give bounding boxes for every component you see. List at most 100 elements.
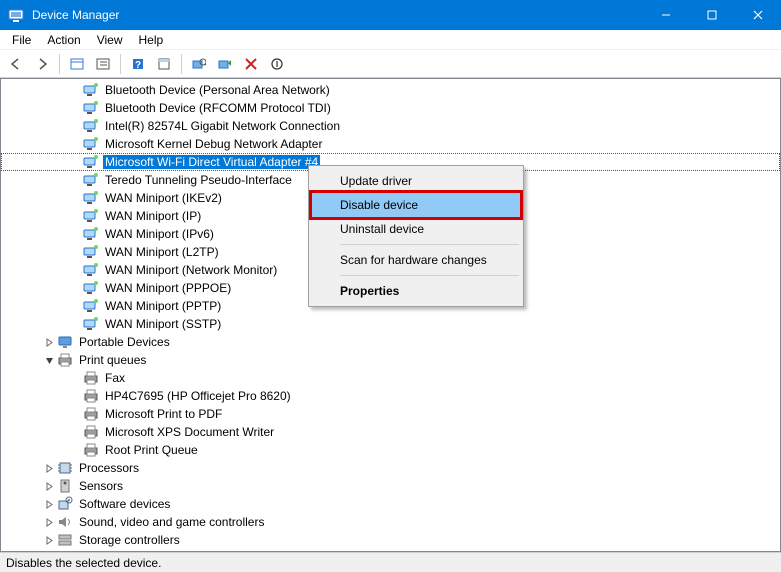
network-adapter-icon <box>83 280 99 296</box>
expander-none <box>69 210 81 222</box>
context-menu-separator <box>340 275 519 276</box>
printer-icon <box>83 424 99 440</box>
tree-item-label: Microsoft Kernel Debug Network Adapter <box>103 137 324 151</box>
category-sensors[interactable]: Sensors <box>1 477 780 495</box>
expander-none <box>69 264 81 276</box>
category-print-queues[interactable]: Print queues <box>1 351 780 369</box>
minimize-button[interactable] <box>643 0 689 30</box>
context-menu-disable-device[interactable]: Disable device <box>312 193 520 217</box>
tree-item-label: WAN Miniport (IPv6) <box>103 227 216 241</box>
print-queue-item[interactable]: Fax <box>1 369 780 387</box>
context-menu-separator <box>340 244 519 245</box>
expander-none <box>69 246 81 258</box>
network-adapter-item[interactable]: Bluetooth Device (Personal Area Network) <box>1 81 780 99</box>
network-adapter-icon <box>83 190 99 206</box>
network-adapter-icon <box>83 136 99 152</box>
expander-collapsed-icon[interactable] <box>43 516 55 528</box>
device-tree[interactable]: Bluetooth Device (Personal Area Network)… <box>1 79 780 551</box>
menu-action[interactable]: Action <box>39 31 88 49</box>
uninstall-button[interactable] <box>239 52 263 76</box>
network-adapter-icon <box>83 262 99 278</box>
category-software-devices[interactable]: Software devices <box>1 495 780 513</box>
network-adapter-icon <box>83 226 99 242</box>
network-adapter-icon <box>83 118 99 134</box>
expander-collapsed-icon[interactable] <box>43 480 55 492</box>
close-button[interactable] <box>735 0 781 30</box>
expander-collapsed-icon[interactable] <box>43 462 55 474</box>
expander-collapsed-icon[interactable] <box>43 498 55 510</box>
svg-text:?: ? <box>135 60 141 71</box>
expander-expanded-icon[interactable] <box>43 354 55 366</box>
category-sound-video-and-game-controllers[interactable]: Sound, video and game controllers <box>1 513 780 531</box>
network-adapter-item[interactable]: Intel(R) 82574L Gigabit Network Connecti… <box>1 117 780 135</box>
menu-view[interactable]: View <box>89 31 131 49</box>
properties-button[interactable] <box>152 52 176 76</box>
expander-none <box>69 102 81 114</box>
expander-none <box>69 138 81 150</box>
expander-none <box>69 300 81 312</box>
tree-item-label: Fax <box>103 371 127 385</box>
category-storage-controllers[interactable]: Storage controllers <box>1 531 780 549</box>
tree-item-label: Sensors <box>77 479 125 493</box>
expander-none <box>69 318 81 330</box>
window-title: Device Manager <box>32 8 119 22</box>
tree-item-label: Processors <box>77 461 141 475</box>
printer-icon <box>83 370 99 386</box>
maximize-button[interactable] <box>689 0 735 30</box>
tree-item-label: Root Print Queue <box>103 443 200 457</box>
expander-none <box>69 444 81 456</box>
tree-item-label: WAN Miniport (PPTP) <box>103 299 223 313</box>
expander-none <box>69 84 81 96</box>
network-adapter-item[interactable]: Bluetooth Device (RFCOMM Protocol TDI) <box>1 99 780 117</box>
printer-icon <box>83 442 99 458</box>
context-menu-update-driver[interactable]: Update driver <box>312 169 520 193</box>
help-button[interactable]: ? <box>126 52 150 76</box>
print-queue-item[interactable]: Microsoft XPS Document Writer <box>1 423 780 441</box>
tree-item-label: HP4C7695 (HP Officejet Pro 8620) <box>103 389 293 403</box>
expander-none <box>69 408 81 420</box>
forward-button[interactable] <box>30 52 54 76</box>
tree-item-label: WAN Miniport (IKEv2) <box>103 191 224 205</box>
tree-item-label: WAN Miniport (Network Monitor) <box>103 263 279 277</box>
category-processors[interactable]: Processors <box>1 459 780 477</box>
print-queue-item[interactable]: HP4C7695 (HP Officejet Pro 8620) <box>1 387 780 405</box>
view-button[interactable] <box>65 52 89 76</box>
network-adapter-item[interactable]: Microsoft Kernel Debug Network Adapter <box>1 135 780 153</box>
print-queue-item[interactable]: Microsoft Print to PDF <box>1 405 780 423</box>
toolbar: ? <box>0 50 781 78</box>
tree-item-label: Teredo Tunneling Pseudo-Interface <box>103 173 294 187</box>
sensor-icon <box>57 478 73 494</box>
expander-collapsed-icon[interactable] <box>43 336 55 348</box>
expander-none <box>69 156 81 168</box>
expander-collapsed-icon[interactable] <box>43 534 55 546</box>
category-portable-devices[interactable]: Portable Devices <box>1 333 780 351</box>
menu-help[interactable]: Help <box>131 31 172 49</box>
expander-none <box>69 174 81 186</box>
tree-item-label: Bluetooth Device (RFCOMM Protocol TDI) <box>103 101 333 115</box>
network-adapter-item[interactable]: WAN Miniport (SSTP) <box>1 315 780 333</box>
context-menu: Update driverDisable deviceUninstall dev… <box>308 165 524 307</box>
expander-none <box>69 228 81 240</box>
context-menu-uninstall-device[interactable]: Uninstall device <box>312 217 520 241</box>
back-button[interactable] <box>4 52 28 76</box>
toolbar-separator <box>120 54 121 74</box>
printer-icon <box>83 406 99 422</box>
expander-none <box>69 282 81 294</box>
network-adapter-icon <box>83 208 99 224</box>
disable-button[interactable] <box>265 52 289 76</box>
context-menu-scan-for-hardware-changes[interactable]: Scan for hardware changes <box>312 248 520 272</box>
update-driver-button[interactable] <box>213 52 237 76</box>
menubar: FileActionViewHelp <box>0 30 781 50</box>
tree-item-label: Intel(R) 82574L Gigabit Network Connecti… <box>103 119 342 133</box>
expander-none <box>69 390 81 402</box>
scan-hardware-button[interactable] <box>187 52 211 76</box>
properties-pane-button[interactable] <box>91 52 115 76</box>
context-menu-properties[interactable]: Properties <box>312 279 520 303</box>
menu-file[interactable]: File <box>4 31 39 49</box>
tree-item-label: Print queues <box>77 353 148 367</box>
content-area: Bluetooth Device (Personal Area Network)… <box>0 78 781 552</box>
print-queue-item[interactable]: Root Print Queue <box>1 441 780 459</box>
tree-item-label: Microsoft Print to PDF <box>103 407 224 421</box>
network-adapter-icon <box>83 82 99 98</box>
toolbar-separator <box>181 54 182 74</box>
